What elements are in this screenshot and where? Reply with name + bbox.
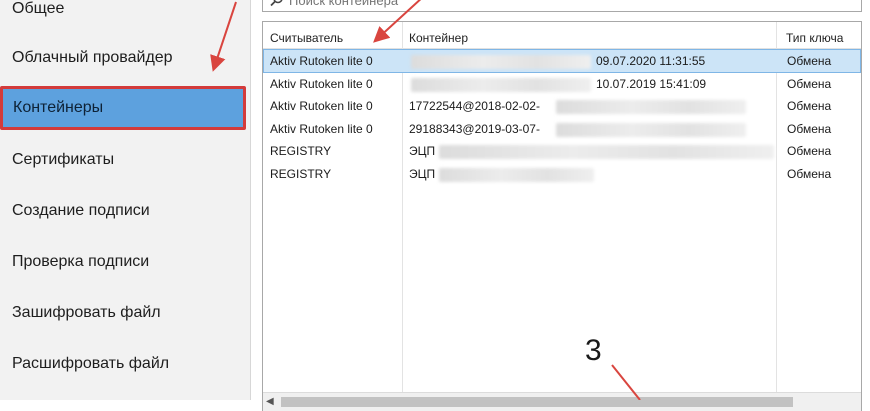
container-name: ЭЦП bbox=[409, 144, 436, 158]
redacted-text bbox=[556, 100, 746, 114]
cell-container: ЭЦП bbox=[403, 140, 777, 162]
cell-container: 29188343@2019-03-07- bbox=[403, 118, 777, 140]
cell-reader: Aktiv Rutoken lite 0 bbox=[270, 99, 373, 113]
annotation-number: 3 bbox=[585, 334, 602, 367]
table-row[interactable]: Aktiv Rutoken lite 0 09.07.2020 11:31:55… bbox=[263, 49, 861, 73]
cell-reader: REGISTRY bbox=[270, 144, 332, 158]
sidebar-item-containers[interactable]: Контейнеры bbox=[0, 86, 246, 130]
redacted-text bbox=[439, 168, 594, 182]
search-icon bbox=[270, 0, 283, 7]
table-row[interactable]: Aktiv Rutoken lite 0 10.07.2019 15:41:09… bbox=[264, 73, 860, 95]
redacted-text bbox=[411, 78, 591, 92]
cell-reader: Aktiv Rutoken lite 0 bbox=[270, 77, 373, 91]
cell-key-type: Обмена bbox=[787, 54, 832, 68]
column-header-container[interactable]: Контейнер bbox=[402, 28, 776, 48]
table-row[interactable]: REGISTRY ЭЦП Обмена bbox=[264, 163, 860, 185]
cell-container: ЭЦП bbox=[403, 163, 777, 185]
container-date: 09.07.2020 11:31:55 bbox=[596, 54, 706, 68]
cell-key-type: Обмена bbox=[787, 144, 832, 158]
cell-key-type: Обмена bbox=[787, 122, 832, 136]
chevron-left-icon[interactable]: ◀ bbox=[266, 396, 276, 408]
container-name: 29188343@2019-03-07- bbox=[409, 122, 540, 136]
container-name: ЭЦП bbox=[409, 167, 436, 181]
sidebar-item-create-signature[interactable]: Создание подписи bbox=[0, 189, 246, 233]
horizontal-scrollbar[interactable]: ◀ bbox=[263, 392, 861, 411]
column-header-key-type[interactable]: Тип ключа bbox=[776, 28, 861, 48]
containers-table: Считыватель Контейнер Тип ключа Aktiv Ru… bbox=[262, 21, 862, 411]
search-box[interactable] bbox=[262, 0, 862, 12]
sidebar-item-decrypt-file[interactable]: Расшифровать файл bbox=[0, 342, 246, 386]
sidebar-item-encrypt-file[interactable]: Зашифровать файл bbox=[0, 291, 246, 335]
cell-reader: REGISTRY bbox=[270, 167, 332, 181]
cell-reader: Aktiv Rutoken lite 0 bbox=[270, 54, 373, 68]
cell-key-type: Обмена bbox=[787, 77, 832, 91]
cell-reader: Aktiv Rutoken lite 0 bbox=[270, 122, 373, 136]
sidebar-item-general[interactable]: Общее bbox=[0, 0, 246, 31]
sidebar-divider bbox=[250, 0, 251, 400]
search-input[interactable] bbox=[289, 0, 849, 9]
sidebar-item-certificates[interactable]: Сертификаты bbox=[0, 138, 246, 182]
table-row[interactable]: Aktiv Rutoken lite 0 29188343@2019-03-07… bbox=[264, 118, 860, 140]
container-name: 17722544@2018-02-02- bbox=[409, 99, 540, 113]
sidebar-item-cloud-provider[interactable]: Облачный провайдер bbox=[0, 36, 246, 80]
header-divider bbox=[263, 48, 861, 49]
table-row[interactable]: REGISTRY ЭЦП Обмена bbox=[264, 140, 860, 162]
cell-key-type: Обмена bbox=[787, 99, 832, 113]
cell-container: 17722544@2018-02-02- bbox=[403, 95, 777, 117]
redacted-text bbox=[556, 123, 746, 137]
sidebar-item-verify-signature[interactable]: Проверка подписи bbox=[0, 240, 246, 284]
redacted-text bbox=[411, 55, 591, 69]
column-header-reader[interactable]: Считыватель bbox=[263, 28, 402, 48]
sidebar: Общее Облачный провайдер Контейнеры Серт… bbox=[0, 0, 250, 400]
cell-container: 10.07.2019 15:41:09 bbox=[403, 73, 777, 95]
container-date: 10.07.2019 15:41:09 bbox=[596, 77, 707, 91]
cell-key-type: Обмена bbox=[787, 167, 832, 181]
table-row[interactable]: Aktiv Rutoken lite 0 17722544@2018-02-02… bbox=[264, 95, 860, 117]
scrollbar-thumb[interactable] bbox=[281, 397, 793, 407]
redacted-text bbox=[439, 145, 774, 159]
cell-container: 09.07.2020 11:31:55 bbox=[403, 50, 777, 72]
